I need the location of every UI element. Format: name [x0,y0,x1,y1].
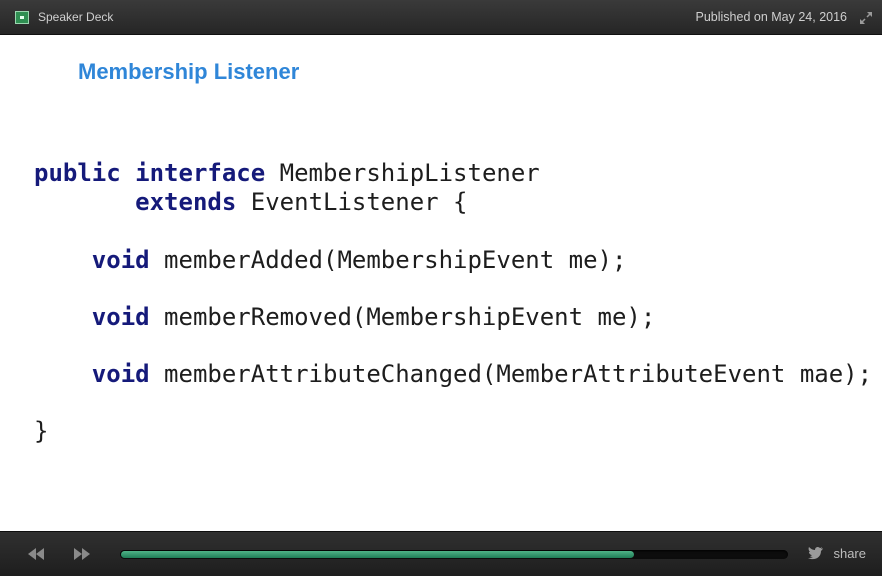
published-date: Published on May 24, 2016 [695,10,848,24]
keyword-void: void [91,303,150,331]
progress-fill [121,551,634,558]
bottom-bar: share [0,531,882,576]
speaker-deck-logo-icon[interactable] [15,11,29,24]
speaker-deck-player: Speaker Deck Published on May 24, 2016 M… [0,0,882,576]
code-line-1: public interface MembershipListener [34,159,540,187]
slide-title: Membership Listener [78,59,300,84]
code-line-6: } [34,417,48,445]
keyword-extends: extends [135,188,237,216]
method-member-attribute-changed: memberAttributeChanged(MemberAttributeEv… [164,360,873,388]
code-line-5: void memberAttributeChanged(MemberAttrib… [34,360,872,388]
brand-name[interactable]: Speaker Deck [38,10,113,24]
keyword-interface: interface [135,159,266,187]
code-line-4: void memberRemoved(MembershipEvent me); [34,303,656,331]
fullscreen-icon[interactable] [858,10,874,26]
code-line-3: void memberAdded(MembershipEvent me); [34,246,627,274]
slide-content: Membership Listener public interface Mem… [0,35,882,531]
keyword-void: void [91,246,150,274]
keyword-void: void [91,360,150,388]
method-member-added: memberAdded(MembershipEvent me); [164,246,627,274]
twitter-bird-icon[interactable] [808,546,824,560]
next-slide-icon[interactable] [71,546,93,562]
progress-track[interactable] [120,550,788,559]
method-member-removed: memberRemoved(MembershipEvent me); [164,303,656,331]
extends-target: EventListener { [250,188,468,216]
previous-slide-icon[interactable] [25,546,47,562]
code-line-2: extends EventListener { [34,188,468,216]
top-bar: Speaker Deck Published on May 24, 2016 [0,0,882,35]
share-button[interactable]: share [833,546,866,561]
keyword-public: public [34,159,121,187]
closing-brace: } [34,417,49,445]
interface-name: MembershipListener [279,159,540,187]
